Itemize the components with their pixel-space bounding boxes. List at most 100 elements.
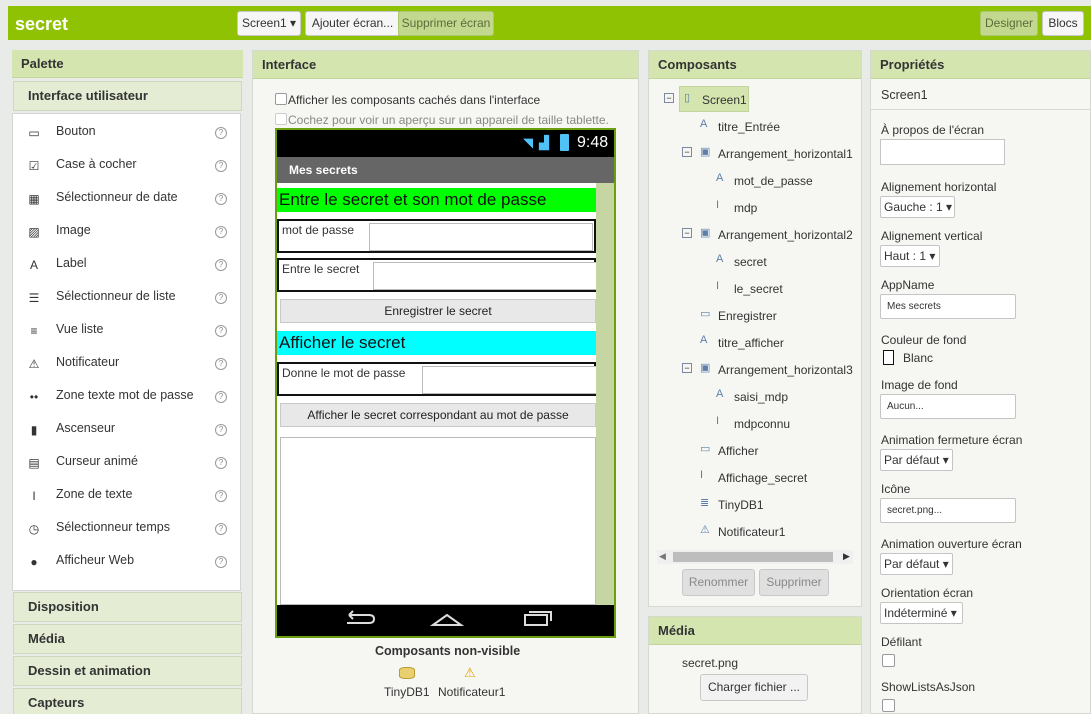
collapse-toggle-icon[interactable]: − bbox=[682, 147, 692, 157]
button-enregistrer[interactable]: Enregistrer le secret bbox=[280, 299, 596, 323]
bgimage-input[interactable]: Aucun... bbox=[880, 394, 1016, 419]
properties-title: Propriétés bbox=[871, 51, 1090, 79]
palette-item[interactable]: ⚠ Notificateur? bbox=[13, 348, 242, 381]
orientation-select[interactable]: Indéterminé ▾ bbox=[880, 602, 963, 624]
blocks-button[interactable]: Blocs bbox=[1042, 11, 1084, 36]
scroll-right-icon[interactable]: ▶ bbox=[843, 551, 850, 562]
collapse-toggle-icon[interactable]: − bbox=[682, 363, 692, 373]
label-mot-de-passe[interactable]: mot de passe bbox=[282, 223, 354, 237]
arrangement-horizontal-3[interactable]: Donne le mot de passe bbox=[277, 362, 598, 396]
category-media[interactable]: Média bbox=[13, 624, 242, 654]
upload-file-button[interactable]: Charger fichier ... bbox=[700, 674, 808, 701]
palette-item[interactable]: ☑ Case à cocher? bbox=[13, 150, 242, 183]
help-icon[interactable]: ? bbox=[215, 391, 227, 403]
label-icon: A bbox=[716, 388, 724, 400]
palette-item-label: Label bbox=[56, 256, 87, 270]
help-icon[interactable]: ? bbox=[215, 424, 227, 436]
help-icon[interactable]: ? bbox=[215, 226, 227, 238]
help-icon[interactable]: ? bbox=[215, 490, 227, 502]
category-drawing[interactable]: Dessin et animation bbox=[13, 656, 242, 686]
close-anim-select[interactable]: Par défaut ▾ bbox=[880, 449, 953, 471]
palette-item[interactable]: ▨ Image? bbox=[13, 216, 242, 249]
designer-button[interactable]: Designer bbox=[980, 11, 1038, 36]
label-secret[interactable]: Entre le secret bbox=[282, 262, 359, 276]
help-icon[interactable]: ? bbox=[215, 259, 227, 271]
help-icon[interactable]: ? bbox=[215, 160, 227, 172]
help-icon[interactable]: ? bbox=[215, 292, 227, 304]
label-saisi-mdp[interactable]: Donne le mot de passe bbox=[282, 366, 405, 380]
collapse-toggle-icon[interactable]: − bbox=[682, 228, 692, 238]
appname-input[interactable]: Mes secrets bbox=[880, 294, 1016, 319]
palette-item[interactable]: ≡ Vue liste? bbox=[13, 315, 242, 348]
palette-item[interactable]: ▮ Ascenseur? bbox=[13, 414, 242, 447]
palette-item-label: Notificateur bbox=[56, 355, 120, 369]
phone-preview: ◥ ▟ 9:48 Mes secrets Entre le secret et … bbox=[275, 128, 616, 638]
palette-item[interactable]: ☰ Sélectionneur de liste? bbox=[13, 282, 242, 315]
tree-node-label: secret bbox=[734, 255, 767, 269]
help-icon[interactable]: ? bbox=[215, 523, 227, 535]
show-hidden-checkbox[interactable] bbox=[275, 93, 287, 105]
password-icon: •• bbox=[29, 390, 39, 404]
tree-node-label: Arrangement_horizontal3 bbox=[718, 363, 853, 377]
help-icon[interactable]: ? bbox=[215, 457, 227, 469]
delete-button[interactable]: Supprimer bbox=[759, 569, 829, 596]
about-textarea[interactable] bbox=[880, 139, 1005, 165]
add-screen-button[interactable]: Ajouter écran... bbox=[305, 11, 400, 36]
arrangement-horizontal-2[interactable]: Entre le secret bbox=[277, 258, 597, 292]
showlists-checkbox[interactable] bbox=[882, 699, 895, 712]
media-file[interactable]: secret.png bbox=[682, 656, 738, 670]
tablet-preview-label: Cochez pour voir un aperçu sur un appare… bbox=[288, 113, 609, 127]
palette-item-label: Sélectionneur de liste bbox=[56, 289, 176, 303]
web-viewer-icon: ● bbox=[30, 555, 38, 569]
arrangement-icon: ▣ bbox=[700, 146, 711, 158]
scrollable-checkbox[interactable] bbox=[882, 654, 895, 667]
label-icon: A bbox=[700, 118, 708, 130]
help-icon[interactable]: ? bbox=[215, 358, 227, 370]
scroll-thumb[interactable] bbox=[673, 552, 833, 562]
textbox-mdp[interactable] bbox=[369, 223, 593, 251]
category-layout[interactable]: Disposition bbox=[13, 592, 242, 622]
palette-item[interactable]: ▤ Curseur animé? bbox=[13, 447, 242, 480]
nonvisible-notifier[interactable]: Notificateur1 bbox=[438, 685, 505, 699]
category-sensors[interactable]: Capteurs bbox=[13, 688, 242, 714]
palette-item[interactable]: •• Zone texte mot de passe? bbox=[13, 381, 242, 414]
scroll-left-icon[interactable]: ◀ bbox=[659, 551, 666, 562]
help-icon[interactable]: ? bbox=[215, 325, 227, 337]
tree-hscroll[interactable]: ◀ ▶ bbox=[657, 550, 853, 564]
media-title: Média bbox=[649, 617, 861, 645]
icon-input[interactable]: secret.png... bbox=[880, 498, 1016, 523]
rename-button[interactable]: Renommer bbox=[682, 569, 755, 596]
collapse-toggle-icon[interactable]: − bbox=[664, 93, 674, 103]
tablet-preview-checkbox[interactable] bbox=[275, 113, 287, 125]
phone-scrollbar[interactable] bbox=[596, 183, 614, 605]
open-anim-select[interactable]: Par défaut ▾ bbox=[880, 553, 953, 575]
align-h-select[interactable]: Gauche : 1 ▾ bbox=[880, 196, 955, 218]
nonvisible-tinydb[interactable]: TinyDB1 bbox=[384, 685, 430, 699]
palette-item[interactable]: ◷ Sélectionneur temps? bbox=[13, 513, 242, 546]
palette-item-label: Afficheur Web bbox=[56, 553, 135, 567]
remove-screen-button[interactable]: Supprimer écran bbox=[398, 11, 494, 36]
help-icon[interactable]: ? bbox=[215, 127, 227, 139]
textbox-le-secret[interactable] bbox=[373, 262, 597, 290]
palette-item[interactable]: A Label? bbox=[13, 249, 242, 282]
tree-node-label: Notificateur1 bbox=[718, 525, 786, 539]
button-afficher[interactable]: Afficher le secret correspondant au mot … bbox=[280, 403, 596, 427]
bgcolor-swatch[interactable] bbox=[883, 350, 894, 365]
label-titre-afficher[interactable]: Afficher le secret bbox=[277, 331, 596, 355]
screen-select[interactable]: Screen1 ▾ bbox=[237, 11, 301, 36]
palette-item[interactable]: ▦ Sélectionneur de date? bbox=[13, 183, 242, 216]
palette-item[interactable]: ▭ Bouton? bbox=[13, 117, 242, 150]
home-icon bbox=[429, 613, 465, 626]
textbox-affichage-secret[interactable] bbox=[280, 437, 596, 605]
tree-node-label: titre_afficher bbox=[718, 336, 784, 350]
help-icon[interactable]: ? bbox=[215, 193, 227, 205]
arrangement-horizontal-1[interactable]: mot de passe bbox=[277, 219, 596, 253]
palette-item[interactable]: ● Afficheur Web? bbox=[13, 546, 242, 579]
label-titre-entree[interactable]: Entre le secret et son mot de passe bbox=[277, 188, 596, 212]
align-v-select[interactable]: Haut : 1 ▾ bbox=[880, 245, 940, 267]
palette-item[interactable]: I Zone de texte? bbox=[13, 480, 242, 513]
category-user-interface[interactable]: Interface utilisateur bbox=[13, 81, 242, 111]
help-icon[interactable]: ? bbox=[215, 556, 227, 568]
bgcolor-value[interactable]: Blanc bbox=[903, 351, 933, 365]
textbox-mdpconnu[interactable] bbox=[422, 366, 598, 394]
